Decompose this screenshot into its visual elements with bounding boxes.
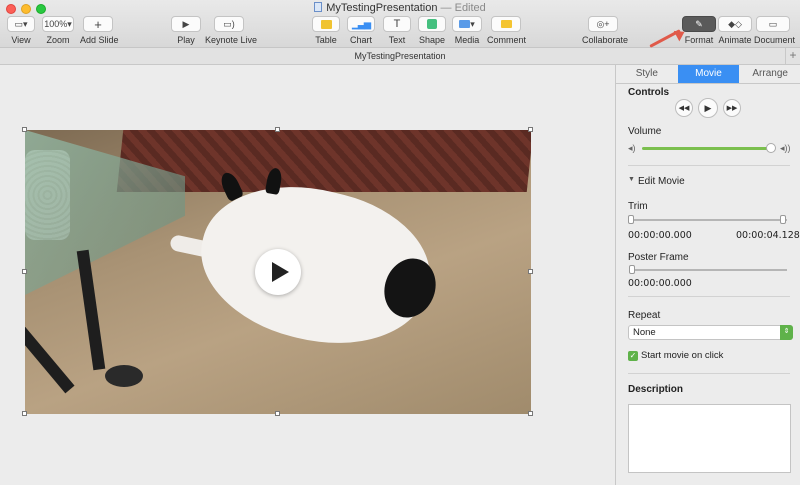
divider bbox=[628, 296, 790, 297]
document-icon: ▭ bbox=[756, 16, 790, 32]
start-movie-label[interactable]: Start movie on click bbox=[641, 350, 723, 361]
movie-play-button[interactable] bbox=[255, 249, 301, 295]
start-movie-checkbox[interactable]: ✓ bbox=[628, 351, 638, 361]
poster-frame-time: 00:00:00.000 bbox=[628, 278, 692, 289]
table-icon bbox=[312, 16, 340, 32]
resize-handle[interactable] bbox=[275, 411, 280, 416]
tab-movie[interactable]: Movie bbox=[677, 65, 740, 83]
divider bbox=[628, 373, 790, 374]
disclosure-triangle-icon[interactable]: ▼ bbox=[628, 176, 635, 183]
media-button[interactable]: ▾ Media bbox=[452, 16, 482, 45]
resize-handle[interactable] bbox=[528, 411, 533, 416]
trim-end-time: 00:00:04.128 bbox=[736, 230, 800, 241]
shape-button[interactable]: Shape bbox=[417, 16, 447, 45]
chart-icon: ▁▃▅ bbox=[347, 16, 375, 32]
trim-start-handle[interactable] bbox=[628, 215, 634, 224]
divider bbox=[628, 165, 790, 166]
repeat-label: Repeat bbox=[628, 310, 661, 321]
trim-label: Trim bbox=[628, 201, 648, 212]
keynote-live-button[interactable]: ▭) Keynote Live bbox=[205, 16, 257, 45]
volume-slider[interactable] bbox=[642, 147, 771, 150]
fast-forward-button[interactable]: ▶▶ bbox=[723, 99, 741, 117]
movie-object[interactable] bbox=[25, 130, 531, 414]
paintbrush-icon: ✎ bbox=[682, 16, 716, 32]
plus-icon: + bbox=[83, 16, 113, 32]
text-icon: T bbox=[383, 16, 411, 32]
description-heading: Description bbox=[628, 384, 684, 395]
shape-icon bbox=[418, 16, 446, 32]
new-tab-button[interactable]: + bbox=[785, 48, 800, 64]
resize-handle[interactable] bbox=[22, 411, 27, 416]
chevron-updown-icon: ⇕ bbox=[780, 325, 793, 340]
poster-frame-label: Poster Frame bbox=[628, 252, 689, 263]
description-textarea[interactable] bbox=[628, 404, 791, 473]
volume-low-icon: ◂) bbox=[628, 143, 636, 153]
tab-arrange[interactable]: Arrange bbox=[739, 65, 800, 83]
table-foot bbox=[105, 365, 143, 387]
live-icon: ▭) bbox=[214, 16, 244, 32]
document-button[interactable]: ▭ Document bbox=[754, 16, 795, 45]
play-button[interactable]: ▶ Play bbox=[171, 16, 201, 45]
tab-style[interactable]: Style bbox=[616, 65, 678, 83]
play-icon: ▶ bbox=[704, 102, 712, 113]
comment-button[interactable]: Comment bbox=[487, 16, 526, 45]
rewind-icon: ◀◀ bbox=[678, 105, 690, 112]
trim-slider[interactable] bbox=[631, 219, 787, 221]
volume-label: Volume bbox=[628, 126, 662, 137]
resize-handle[interactable] bbox=[22, 269, 27, 274]
collaborate-button[interactable]: ◎+ Collaborate bbox=[582, 16, 628, 45]
sidebar-tabs: Style Movie Arrange bbox=[616, 65, 800, 84]
volume-high-icon: ◂)) bbox=[780, 143, 791, 153]
controls-heading: Controls bbox=[628, 87, 670, 98]
trim-start-time: 00:00:00.000 bbox=[628, 230, 692, 241]
edit-movie-heading[interactable]: Edit Movie bbox=[638, 176, 685, 187]
trim-end-handle[interactable] bbox=[780, 215, 786, 224]
animate-button[interactable]: ◆◇ Animate bbox=[718, 16, 752, 45]
keynote-document-icon bbox=[314, 2, 323, 12]
resize-handle[interactable] bbox=[528, 127, 533, 132]
format-button[interactable]: ✎ Format bbox=[682, 16, 716, 45]
play-icon: ▶ bbox=[171, 16, 201, 32]
text-button[interactable]: T Text bbox=[383, 16, 411, 45]
view-icon: ▭▾ bbox=[7, 16, 35, 32]
slide-canvas[interactable] bbox=[0, 65, 615, 485]
add-slide-button[interactable]: + Add Slide bbox=[80, 16, 119, 45]
collaborate-icon: ◎+ bbox=[588, 16, 618, 32]
view-button[interactable]: ▭▾ View bbox=[6, 16, 36, 45]
media-icon: ▾ bbox=[452, 16, 482, 32]
repeat-select[interactable]: None ⇕ bbox=[628, 325, 793, 340]
fast-forward-icon: ▶▶ bbox=[726, 105, 738, 112]
resize-handle[interactable] bbox=[22, 127, 27, 132]
play-movie-button[interactable]: ▶ bbox=[698, 98, 718, 118]
play-icon bbox=[272, 262, 289, 282]
table-leg bbox=[76, 249, 106, 371]
resize-handle[interactable] bbox=[528, 269, 533, 274]
comment-icon bbox=[491, 16, 521, 32]
table-leg bbox=[25, 316, 75, 394]
window-title: MyTestingPresentation — Edited bbox=[0, 2, 800, 14]
animate-icon: ◆◇ bbox=[718, 16, 752, 32]
poster-frame-slider[interactable] bbox=[631, 269, 787, 271]
document-tab-title[interactable]: MyTestingPresentation bbox=[354, 51, 445, 61]
resize-handle[interactable] bbox=[275, 127, 280, 132]
format-sidebar: Style Movie Arrange Controls ◀◀ ▶ ▶▶ Vol… bbox=[615, 65, 800, 485]
rewind-button[interactable]: ◀◀ bbox=[675, 99, 693, 117]
chart-button[interactable]: ▁▃▅ Chart bbox=[346, 16, 376, 45]
document-tab-bar: MyTestingPresentation + bbox=[0, 48, 800, 65]
poster-frame-handle[interactable] bbox=[629, 265, 635, 274]
table-button[interactable]: Table bbox=[312, 16, 340, 45]
zoom-button[interactable]: 100% ▾ Zoom bbox=[42, 16, 74, 45]
volume-slider-knob[interactable] bbox=[766, 143, 776, 153]
zoom-value: 100% ▾ bbox=[42, 16, 74, 32]
